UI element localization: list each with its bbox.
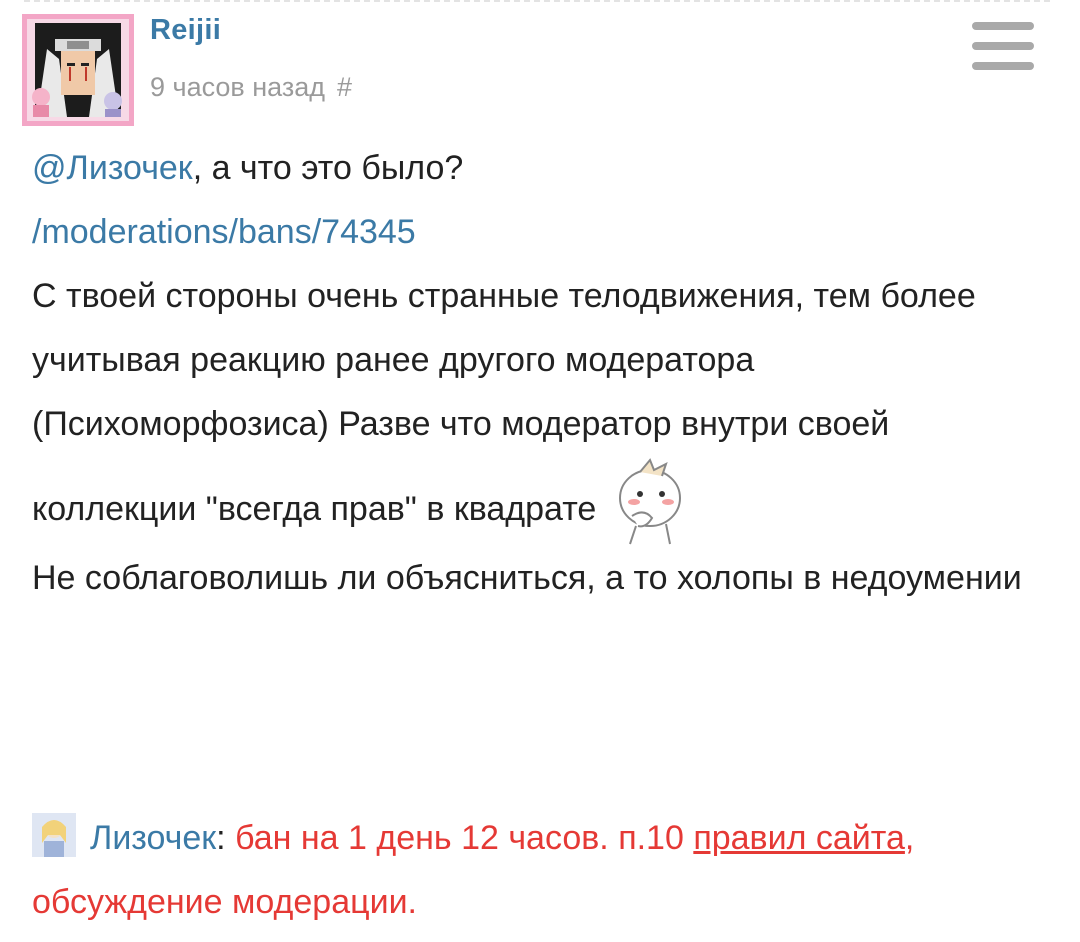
post-paragraph-2: Не соблаговолишь ли объясниться, а то хо…: [32, 559, 1022, 597]
author-avatar[interactable]: [22, 14, 134, 126]
author-name[interactable]: Reijii: [150, 14, 221, 47]
moderation-ban-link[interactable]: /moderations/bans/74345: [32, 213, 416, 251]
post-line-2: /moderations/bans/74345: [32, 200, 1052, 264]
post-body: @Лизочек, а что это было? /moderations/b…: [32, 136, 1052, 610]
post-paragraph: С твоей стороны очень странные телодвиже…: [32, 264, 1052, 546]
moderation-notice: Лизочек: бан на 1 день 12 часов. п.10 пр…: [32, 806, 1062, 934]
menu-bar-icon: [972, 22, 1034, 30]
ban-comma: ,: [904, 819, 915, 857]
menu-button[interactable]: [972, 20, 1034, 72]
thinking-blush-emoji-icon: [610, 456, 694, 546]
menu-bar-icon: [972, 42, 1034, 50]
time-text: 9 часов назад: [150, 72, 326, 102]
site-rules-link[interactable]: правил сайта: [693, 819, 905, 857]
post-paragraph-text: С твоей стороны очень странные телодвиже…: [32, 277, 976, 528]
top-divider: [24, 0, 1050, 2]
post-line-1: @Лизочек, а что это было?: [32, 136, 1052, 200]
moderator-avatar-icon[interactable]: [32, 813, 76, 857]
mention-link[interactable]: @Лизочек: [32, 149, 193, 187]
avatar-image: [27, 19, 129, 121]
ban-text: бан на 1 день 12 часов. п.10: [225, 819, 694, 857]
moderation-discussion-link[interactable]: обсуждение модерации.: [32, 883, 417, 921]
permalink-hash[interactable]: #: [337, 72, 352, 102]
post-line-1-rest: , а что это было?: [192, 149, 464, 187]
post-timestamp: 9 часов назад #: [150, 72, 352, 103]
menu-bar-icon: [972, 62, 1034, 70]
moderator-colon: :: [216, 819, 226, 857]
moderator-name-link[interactable]: Лизочек: [90, 819, 216, 857]
